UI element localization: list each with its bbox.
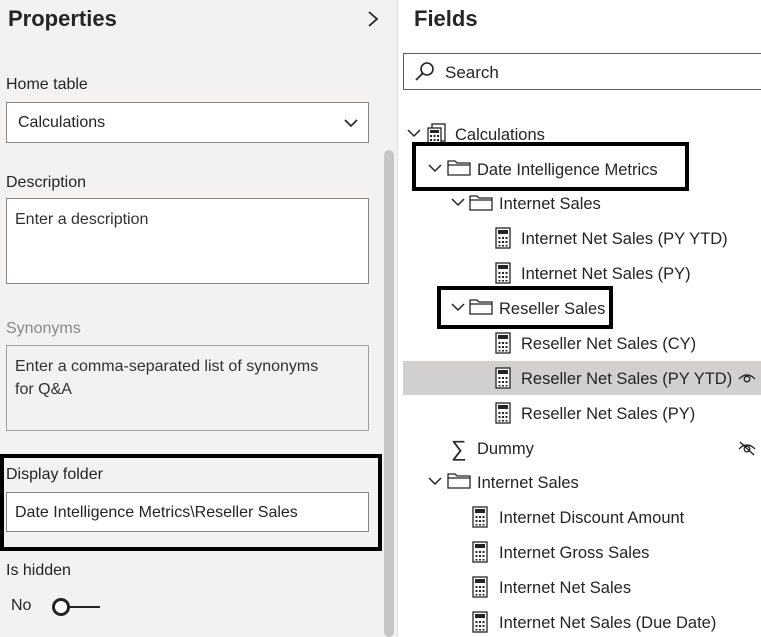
synonyms-field[interactable]: Enter a comma-separated list of synonyms… bbox=[6, 345, 369, 431]
tree-measure-internet-net-sales-py[interactable]: Internet Net Sales (PY) bbox=[521, 265, 691, 284]
is-hidden-toggle[interactable] bbox=[50, 596, 102, 618]
tree-measure-reseller-net-sales-py-ytd[interactable]: Reseller Net Sales (PY YTD) bbox=[521, 370, 732, 389]
sigma-icon: ∑ bbox=[451, 436, 467, 461]
chevron-down-icon bbox=[344, 119, 358, 128]
calculator-icon bbox=[472, 576, 488, 598]
chevron-down-icon[interactable] bbox=[428, 163, 442, 173]
calculator-icon bbox=[495, 367, 511, 389]
home-table-dropdown[interactable]: Calculations bbox=[6, 102, 369, 143]
properties-pane: Properties Home table Calculations Descr… bbox=[0, 0, 397, 637]
properties-title: Properties bbox=[8, 6, 117, 31]
fields-title: Fields bbox=[414, 6, 478, 31]
folder-icon bbox=[447, 473, 471, 489]
fields-search-input[interactable]: Search bbox=[403, 53, 761, 90]
tree-measure-reseller-net-sales-cy[interactable]: Reseller Net Sales (CY) bbox=[521, 335, 696, 354]
tree-folder-reseller-sales[interactable]: Reseller Sales bbox=[499, 300, 605, 319]
folder-icon bbox=[469, 299, 493, 315]
display-folder-value: Date Intelligence Metrics\Reseller Sales bbox=[15, 504, 298, 521]
tree-measure-internet-discount-amount[interactable]: Internet Discount Amount bbox=[499, 509, 684, 528]
calculator-icon bbox=[495, 402, 511, 424]
properties-scrollbar[interactable] bbox=[384, 150, 394, 637]
display-folder-label: Display folder bbox=[6, 466, 103, 483]
is-hidden-value: No bbox=[11, 597, 32, 614]
folder-icon bbox=[447, 160, 471, 176]
eye-icon[interactable] bbox=[738, 371, 756, 385]
chevron-down-icon[interactable] bbox=[407, 128, 421, 138]
description-label: Description bbox=[6, 174, 87, 191]
tree-folder-date-intelligence-metrics[interactable]: Date Intelligence Metrics bbox=[477, 161, 658, 180]
tree-field-dummy[interactable]: Dummy bbox=[477, 440, 534, 459]
search-icon bbox=[415, 62, 434, 81]
is-hidden-label: Is hidden bbox=[6, 562, 71, 579]
tree-folder-internet-sales[interactable]: Internet Sales bbox=[499, 195, 601, 214]
home-table-label: Home table bbox=[6, 76, 88, 93]
chevron-down-icon[interactable] bbox=[451, 197, 465, 207]
synonyms-placeholder-line2: for Q&A bbox=[15, 381, 72, 398]
eye-hidden-icon[interactable] bbox=[737, 440, 757, 456]
chevron-down-icon[interactable] bbox=[451, 302, 465, 312]
home-table-value: Calculations bbox=[18, 114, 106, 131]
tree-folder-internet-sales-2[interactable]: Internet Sales bbox=[477, 474, 579, 493]
calculator-icon bbox=[495, 262, 511, 284]
tree-measure-internet-gross-sales[interactable]: Internet Gross Sales bbox=[499, 544, 649, 563]
calculator-icon bbox=[495, 332, 511, 354]
synonyms-placeholder-line1: Enter a comma-separated list of synonyms bbox=[15, 358, 319, 375]
synonyms-label: Synonyms bbox=[6, 320, 81, 337]
calculator-icon bbox=[472, 541, 488, 563]
tree-measure-internet-net-sales[interactable]: Internet Net Sales bbox=[499, 579, 631, 598]
calculator-icon bbox=[472, 506, 488, 528]
folder-icon bbox=[469, 195, 493, 211]
calculator-icon bbox=[495, 227, 511, 249]
calculator-icon bbox=[472, 611, 488, 633]
description-placeholder: Enter a description bbox=[15, 211, 149, 228]
chevron-right-icon[interactable] bbox=[366, 10, 380, 28]
display-folder-field[interactable]: Date Intelligence Metrics\Reseller Sales bbox=[6, 492, 369, 532]
tree-measure-internet-net-sales-py-ytd[interactable]: Internet Net Sales (PY YTD) bbox=[521, 230, 728, 249]
tree-measure-internet-net-sales-due-date[interactable]: Internet Net Sales (Due Date) bbox=[499, 614, 716, 633]
search-placeholder: Search bbox=[445, 63, 499, 82]
tree-measure-reseller-net-sales-py[interactable]: Reseller Net Sales (PY) bbox=[521, 405, 695, 424]
description-field[interactable]: Enter a description bbox=[6, 198, 369, 284]
chevron-down-icon[interactable] bbox=[428, 476, 442, 486]
